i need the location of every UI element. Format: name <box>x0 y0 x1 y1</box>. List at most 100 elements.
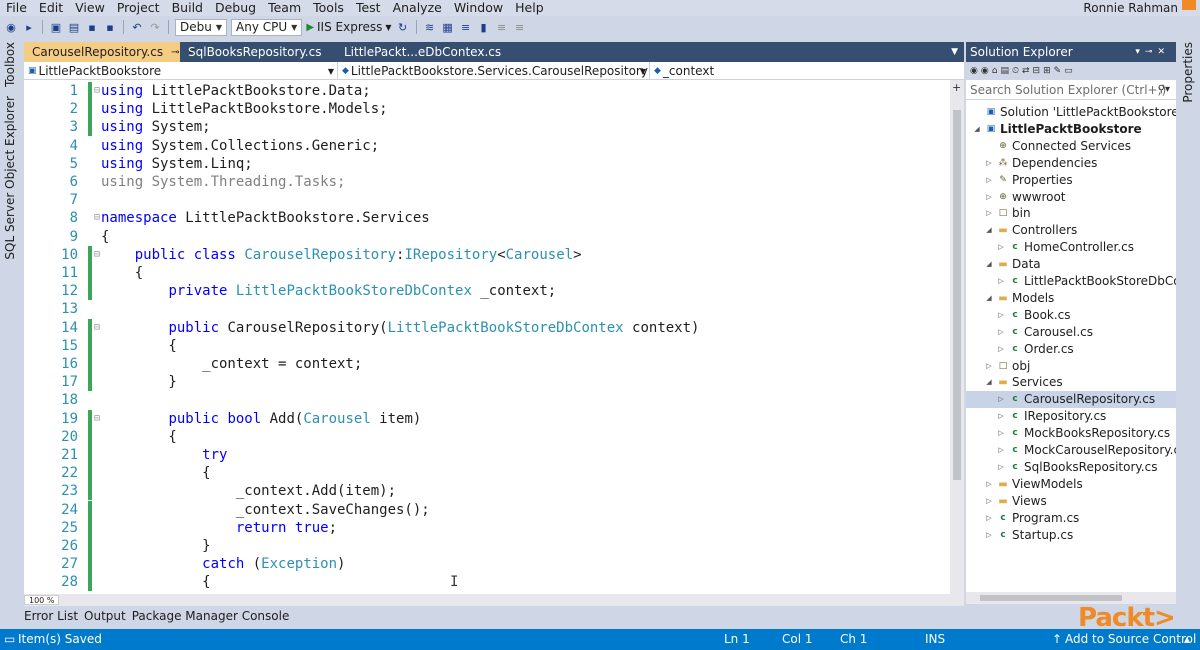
tree-item[interactable]: ▷ c Carousel.cs <box>966 324 1093 341</box>
collapsed-arrow-icon[interactable]: ▷ <box>996 239 1006 256</box>
type-dropdown[interactable]: ◆ LittlePacktBookstore.Services.Carousel… <box>338 62 650 80</box>
back-icon[interactable]: ◉ <box>970 66 978 76</box>
code-line[interactable]: 2 using LittlePacktBookstore.Models; <box>24 100 950 119</box>
tree-item[interactable]: ◢ ▬ Services <box>966 374 1062 391</box>
code-line[interactable]: 1 ⊟ using LittlePacktBookstore.Data; <box>24 82 950 100</box>
tree-item[interactable]: ▷ □ bin <box>966 205 1030 222</box>
code-line[interactable]: 20 { <box>24 427 950 446</box>
solution-explorer-search[interactable]: Search Solution Explorer (Ctrl+;) ⚲▾ <box>966 80 1176 100</box>
save-all-icon[interactable]: ▪ <box>103 21 117 34</box>
properties-icon[interactable]: ✎ <box>1054 66 1062 76</box>
collapsed-arrow-icon[interactable]: ▷ <box>984 476 994 493</box>
tree-item[interactable]: ▷ c MockBooksRepository.cs <box>966 425 1170 442</box>
code-line[interactable]: 22 { <box>24 464 950 483</box>
tab-error-list[interactable]: Error List <box>24 609 78 623</box>
tree-item[interactable]: ▷ c Order.cs <box>966 341 1073 358</box>
expanded-arrow-icon[interactable]: ◢ <box>984 222 994 239</box>
tab-package-manager-console[interactable]: Package Manager Console <box>132 609 290 623</box>
code-line[interactable]: 8 ⊟ namespace LittlePacktBookstore.Service… <box>24 209 950 227</box>
code-line[interactable]: 25 return true; <box>24 518 950 537</box>
tree-item[interactable]: ◢ ▬ Controllers <box>966 222 1077 239</box>
tree-item[interactable]: ▷ c LittlePacktBookStoreDbConte <box>966 273 1176 290</box>
menu-view[interactable]: View <box>69 0 111 16</box>
sql-server-object-explorer-tab[interactable]: SQL Server Object Explorer <box>3 96 17 260</box>
code-line[interactable]: 15 { <box>24 336 950 355</box>
upload-icon[interactable]: ↑ <box>1052 632 1062 646</box>
tree-item[interactable]: ▷ ⊕ wwwroot <box>966 189 1065 206</box>
pin-icon[interactable]: ⊸ <box>171 47 179 58</box>
project-dropdown[interactable]: ▣ LittlePacktBookstore ▼ <box>24 62 338 80</box>
refresh-icon[interactable]: ↻ <box>396 21 410 34</box>
code-line[interactable]: 10 ⊟ public class CarouselRepository:IRep… <box>24 245 950 264</box>
collapsed-arrow-icon[interactable]: ▷ <box>984 510 994 527</box>
sync-icon[interactable]: ⇄ <box>1022 66 1030 76</box>
collapsed-arrow-icon[interactable]: ▷ <box>996 307 1006 324</box>
menu-file[interactable]: File <box>0 0 33 16</box>
collapsed-arrow-icon[interactable]: ▷ <box>996 459 1006 476</box>
collapsed-arrow-icon[interactable]: ▷ <box>996 442 1006 459</box>
new-project-icon[interactable]: ▣ <box>49 21 63 34</box>
tree-item[interactable]: ▷ c Startup.cs <box>966 527 1073 544</box>
bookmark-icon[interactable]: ▮ <box>477 21 491 34</box>
start-debugging-button[interactable]: ▶ IIS Express ▼ <box>306 20 391 34</box>
switch-views-icon[interactable]: ▤ <box>1000 66 1009 76</box>
menu-build[interactable]: Build <box>166 0 209 16</box>
collapsed-arrow-icon[interactable]: ▷ <box>996 273 1006 290</box>
tree-item[interactable]: ▷ ▬ ViewModels <box>966 476 1082 493</box>
expanded-arrow-icon[interactable]: ◢ <box>984 256 994 273</box>
code-line[interactable]: 18 <box>24 391 950 409</box>
toolbox-tab[interactable]: Toolbox <box>3 42 17 87</box>
code-line[interactable]: 14 ⊟ public CarouselRepository(LittlePack… <box>24 318 950 337</box>
scrollbar-thumb[interactable] <box>980 595 1122 601</box>
menu-window[interactable]: Window <box>448 0 509 16</box>
menu-analyze[interactable]: Analyze <box>387 0 448 16</box>
back-icon[interactable]: ◉ <box>4 21 18 34</box>
split-icon[interactable]: + <box>952 81 961 94</box>
collapse-region-icon[interactable]: ⊟ <box>94 246 100 264</box>
menu-help[interactable]: Help <box>509 0 550 16</box>
menu-test[interactable]: Test <box>350 0 387 16</box>
collapsed-arrow-icon[interactable]: ▷ <box>996 391 1006 408</box>
show-all-files-icon[interactable]: ⊞ <box>1043 66 1051 76</box>
tab-overflow-icon[interactable]: ▼ <box>945 42 964 62</box>
panel-window-controls[interactable]: ▾⊸✕ <box>1135 47 1170 57</box>
menu-tools[interactable]: Tools <box>307 0 350 16</box>
code-line[interactable]: 23 _context.Add(item); <box>24 482 950 501</box>
solution-platform-select[interactable]: Any CPU ▼ <box>231 18 303 36</box>
code-line[interactable]: 4 using System.Collections.Generic; <box>24 137 950 155</box>
menu-project[interactable]: Project <box>111 0 166 16</box>
expanded-arrow-icon[interactable]: ◢ <box>984 374 994 391</box>
code-line[interactable]: 19 ⊟ public bool Add(Carousel item) <box>24 409 950 428</box>
tree-item[interactable]: ▷ □ obj <box>966 358 1030 375</box>
tree-item[interactable]: ▷ c Book.cs <box>966 307 1070 324</box>
code-text-area[interactable]: I 1 ⊟ using LittlePacktBookstore.Data; 2 usi… <box>24 80 950 594</box>
tree-item[interactable]: ▷ c MockCarouselRepository.cs <box>966 442 1176 459</box>
collapsed-arrow-icon[interactable]: ▷ <box>996 341 1006 358</box>
code-line[interactable]: 13 <box>24 300 950 318</box>
collapsed-arrow-icon[interactable]: ▷ <box>984 155 994 172</box>
home-icon[interactable]: ⌂ <box>992 66 998 76</box>
collapsed-arrow-icon[interactable]: ▷ <box>996 324 1006 341</box>
tab-sql-books-repository[interactable]: SqlBooksRepository.cs <box>180 42 340 62</box>
redo-icon[interactable]: ↷ <box>148 21 162 34</box>
chevron-down-icon[interactable]: ▼ <box>385 23 391 32</box>
undo-icon[interactable]: ↶ <box>130 21 144 34</box>
tree-item[interactable]: ▷ c HomeController.cs <box>966 239 1134 256</box>
tree-item[interactable]: ▷ c SqlBooksRepository.cs <box>966 459 1157 476</box>
menu-team[interactable]: Team <box>262 0 307 16</box>
expanded-arrow-icon[interactable]: ◢ <box>972 121 982 138</box>
code-line[interactable]: 7 <box>24 191 950 209</box>
collapse-region-icon[interactable]: ⊟ <box>94 82 100 100</box>
code-line[interactable]: 3 using System; <box>24 118 950 137</box>
forward-icon[interactable]: ◉ <box>981 66 989 76</box>
collapse-region-icon[interactable]: ⊟ <box>94 209 100 227</box>
add-to-source-control-button[interactable]: Add to Source Control <box>1065 632 1196 646</box>
search-icon[interactable]: ⚲▾ <box>1158 84 1170 95</box>
collapsed-arrow-icon[interactable]: ▷ <box>984 358 994 375</box>
scrollbar-thumb[interactable] <box>953 110 961 480</box>
tree-item[interactable]: ◢ ▣ LittlePacktBookstore <box>966 121 1141 138</box>
code-line[interactable]: 27 catch (Exception) <box>24 555 950 574</box>
code-line[interactable]: 16 _context = context; <box>24 355 950 373</box>
properties-tab[interactable]: Properties <box>1181 42 1195 103</box>
comment-icon[interactable]: ≡ <box>495 21 509 34</box>
